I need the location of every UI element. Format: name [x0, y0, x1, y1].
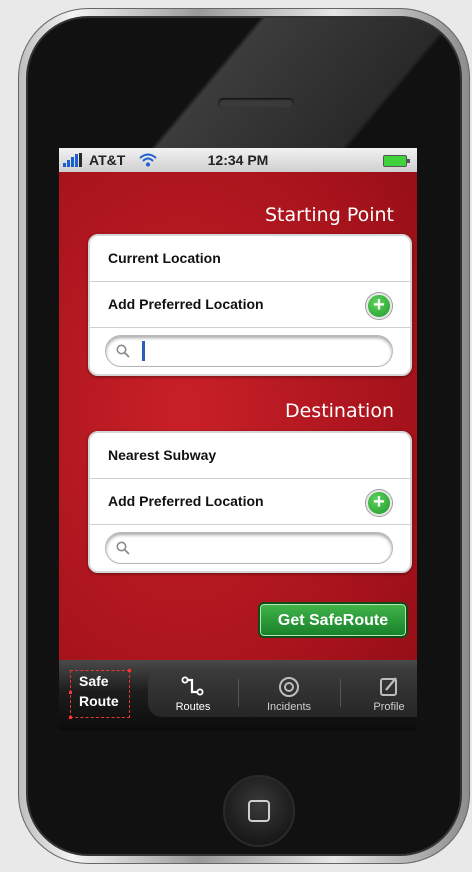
destination-search-row — [90, 525, 410, 571]
add-destination-location-button[interactable]: + — [366, 490, 392, 516]
saferoute-logo: Safe Route — [69, 669, 131, 719]
destination-title: Destination — [284, 400, 394, 422]
tab-profile[interactable]: Profile — [344, 669, 417, 717]
tab-profile-label: Profile — [373, 701, 405, 713]
tab-divider — [340, 679, 341, 707]
add-preferred-location-destination[interactable]: Add Preferred Location + — [90, 479, 410, 525]
tab-bar: Safe Route Routes Incidents Profile — [59, 660, 417, 730]
starting-point-title: Starting Point — [264, 204, 394, 226]
add-start-location-button[interactable]: + — [366, 293, 392, 319]
tab-routes-label: Routes — [175, 701, 211, 713]
logo-line-1: Safe — [79, 673, 109, 689]
destination-card: Nearest Subway Add Preferred Location + — [88, 431, 412, 573]
add-preferred-location-label: Add Preferred Location — [108, 296, 264, 312]
earpiece-speaker — [218, 98, 294, 108]
tab-incidents[interactable]: Incidents — [244, 669, 334, 717]
status-bar: AT&T 12:34 PM — [59, 148, 417, 172]
app-screen: AT&T 12:34 PM Starting Point Current Loc… — [59, 148, 417, 730]
search-icon — [116, 344, 130, 358]
tab-routes[interactable]: Routes — [148, 669, 238, 717]
add-preferred-location-start[interactable]: Add Preferred Location + — [90, 282, 410, 328]
starting-point-card: Current Location Add Preferred Location … — [88, 234, 412, 376]
battery-icon — [383, 155, 410, 167]
route-icon — [181, 676, 204, 696]
tab-group: Routes Incidents Profile — [148, 669, 417, 717]
target-icon — [279, 677, 299, 697]
start-location-search-input[interactable] — [105, 335, 393, 367]
add-preferred-location-label: Add Preferred Location — [108, 493, 264, 509]
start-search-row — [90, 328, 410, 374]
status-time: 12:34 PM — [207, 152, 269, 168]
current-location-option[interactable]: Current Location — [90, 236, 410, 282]
nearest-subway-option[interactable]: Nearest Subway — [90, 433, 410, 479]
tab-divider — [238, 679, 239, 707]
destination-search-input[interactable] — [105, 532, 393, 564]
search-icon — [116, 541, 130, 555]
tab-incidents-label: Incidents — [266, 701, 312, 713]
home-square-icon — [248, 800, 270, 822]
edit-icon — [380, 677, 397, 696]
logo-line-2: Route — [79, 693, 119, 709]
text-cursor — [142, 341, 145, 361]
home-button[interactable] — [223, 775, 295, 847]
get-saferoute-button[interactable]: Get SafeRoute — [258, 602, 408, 638]
